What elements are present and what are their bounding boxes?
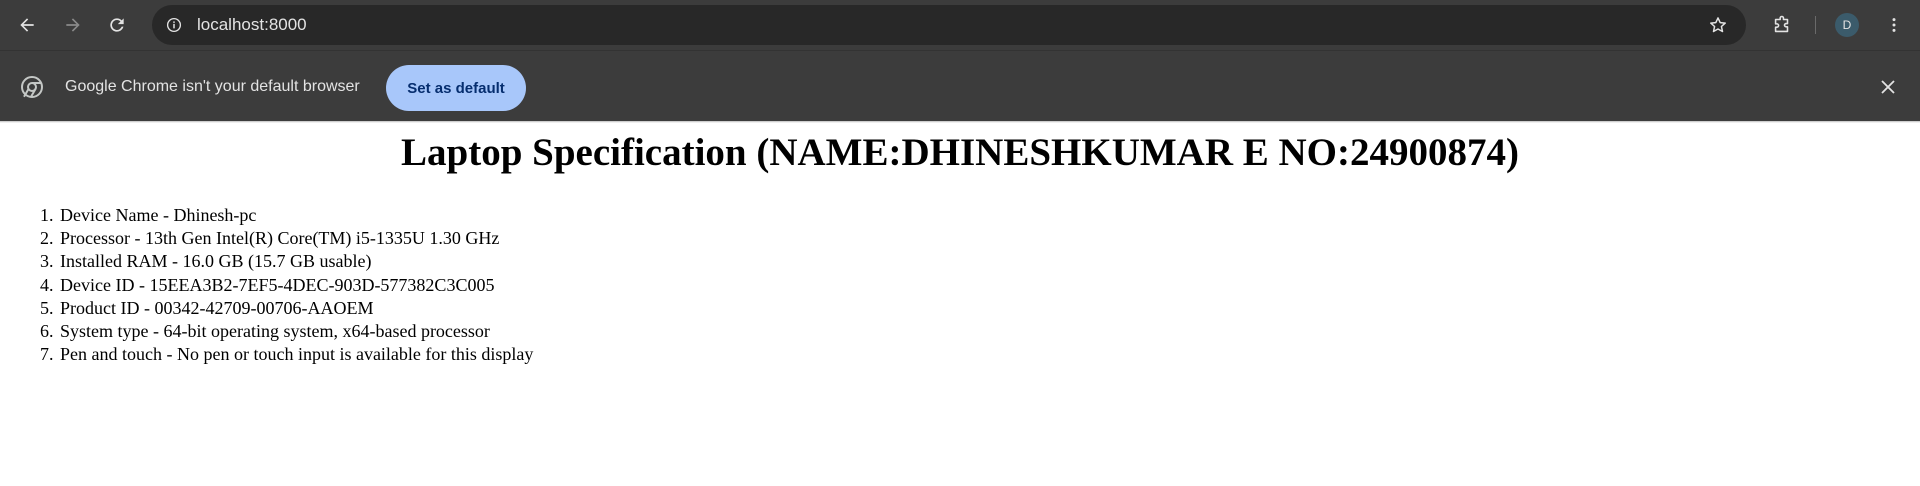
- spec-item: 6. System type - 64-bit operating system,…: [40, 320, 533, 343]
- url-text[interactable]: localhost:8000: [197, 15, 307, 35]
- spec-text: Processor - 13th Gen Intel(R) Core(TM) i…: [60, 228, 500, 249]
- forward-arrow-icon: [66, 18, 80, 32]
- spec-text: Installed RAM - 16.0 GB (15.7 GB usable): [60, 251, 372, 272]
- infobar-shadow: [0, 121, 1920, 123]
- spec-item: 7. Pen and touch - No pen or touch input …: [40, 343, 533, 366]
- spec-item: 3. Installed RAM - 16.0 GB (15.7 GB usabl…: [40, 250, 533, 273]
- spec-item: 2. Processor - 13th Gen Intel(R) Core(TM)…: [40, 227, 533, 250]
- spec-text: Pen and touch - No pen or touch input is…: [60, 344, 534, 365]
- default-browser-infobar: Google Chrome isn't your default browser…: [0, 50, 1920, 121]
- menu-button[interactable]: [1880, 11, 1908, 39]
- address-bar[interactable]: localhost:8000: [152, 5, 1746, 45]
- spec-item: 1. Device Name - Dhinesh-pc: [40, 204, 533, 227]
- puzzle-icon: [1774, 15, 1789, 33]
- bookmark-button[interactable]: [1704, 11, 1732, 39]
- kebab-menu-icon: [1892, 18, 1896, 32]
- back-arrow-icon: [20, 18, 34, 32]
- toolbar-divider: [1815, 16, 1816, 34]
- spec-number: 2.: [40, 228, 54, 249]
- close-icon: [1881, 80, 1895, 94]
- site-info-button[interactable]: [160, 11, 188, 39]
- spec-number: 3.: [40, 251, 54, 272]
- reload-icon: [110, 18, 124, 32]
- spec-item: 5. Product ID - 00342-42709-00706-AAOEM: [40, 297, 533, 320]
- spec-text: Device Name - Dhinesh-pc: [60, 205, 257, 225]
- reload-button[interactable]: [99, 7, 135, 43]
- page-title: Laptop Specification (NAME:DHINESHKUMAR …: [401, 131, 1519, 174]
- spec-number: 5.: [40, 297, 54, 318]
- forward-button[interactable]: [55, 7, 91, 43]
- spec-number: 6.: [40, 321, 54, 342]
- infobar-message: Google Chrome isn't your default browser: [65, 78, 360, 95]
- profile-avatar[interactable]: D: [1835, 13, 1859, 37]
- star-icon: [1710, 17, 1726, 33]
- info-icon: [166, 17, 182, 33]
- spec-text: System type - 64-bit operating system, x…: [60, 321, 490, 342]
- back-button[interactable]: [9, 7, 45, 43]
- spec-text: Product ID - 00342-42709-00706-AAOEM: [60, 297, 374, 318]
- spec-number: 4.: [40, 274, 54, 295]
- spec-item: 4. Device ID - 15EEA3B2-7EF5-4DEC-903D-57…: [40, 274, 533, 297]
- infobar-close-button[interactable]: [1876, 75, 1900, 99]
- spec-text: Device ID - 15EEA3B2-7EF5-4DEC-903D-5773…: [60, 274, 495, 295]
- chrome-logo-icon: [21, 76, 43, 98]
- extensions-button[interactable]: [1766, 9, 1798, 41]
- spec-number: 7.: [40, 344, 54, 365]
- set-as-default-button[interactable]: Set as default: [386, 65, 526, 111]
- spec-list: 1. Device Name - Dhinesh-pc 2. Processor - …: [40, 204, 533, 366]
- browser-toolbar: localhost:8000 D: [0, 0, 1920, 50]
- spec-number: 1.: [40, 205, 54, 225]
